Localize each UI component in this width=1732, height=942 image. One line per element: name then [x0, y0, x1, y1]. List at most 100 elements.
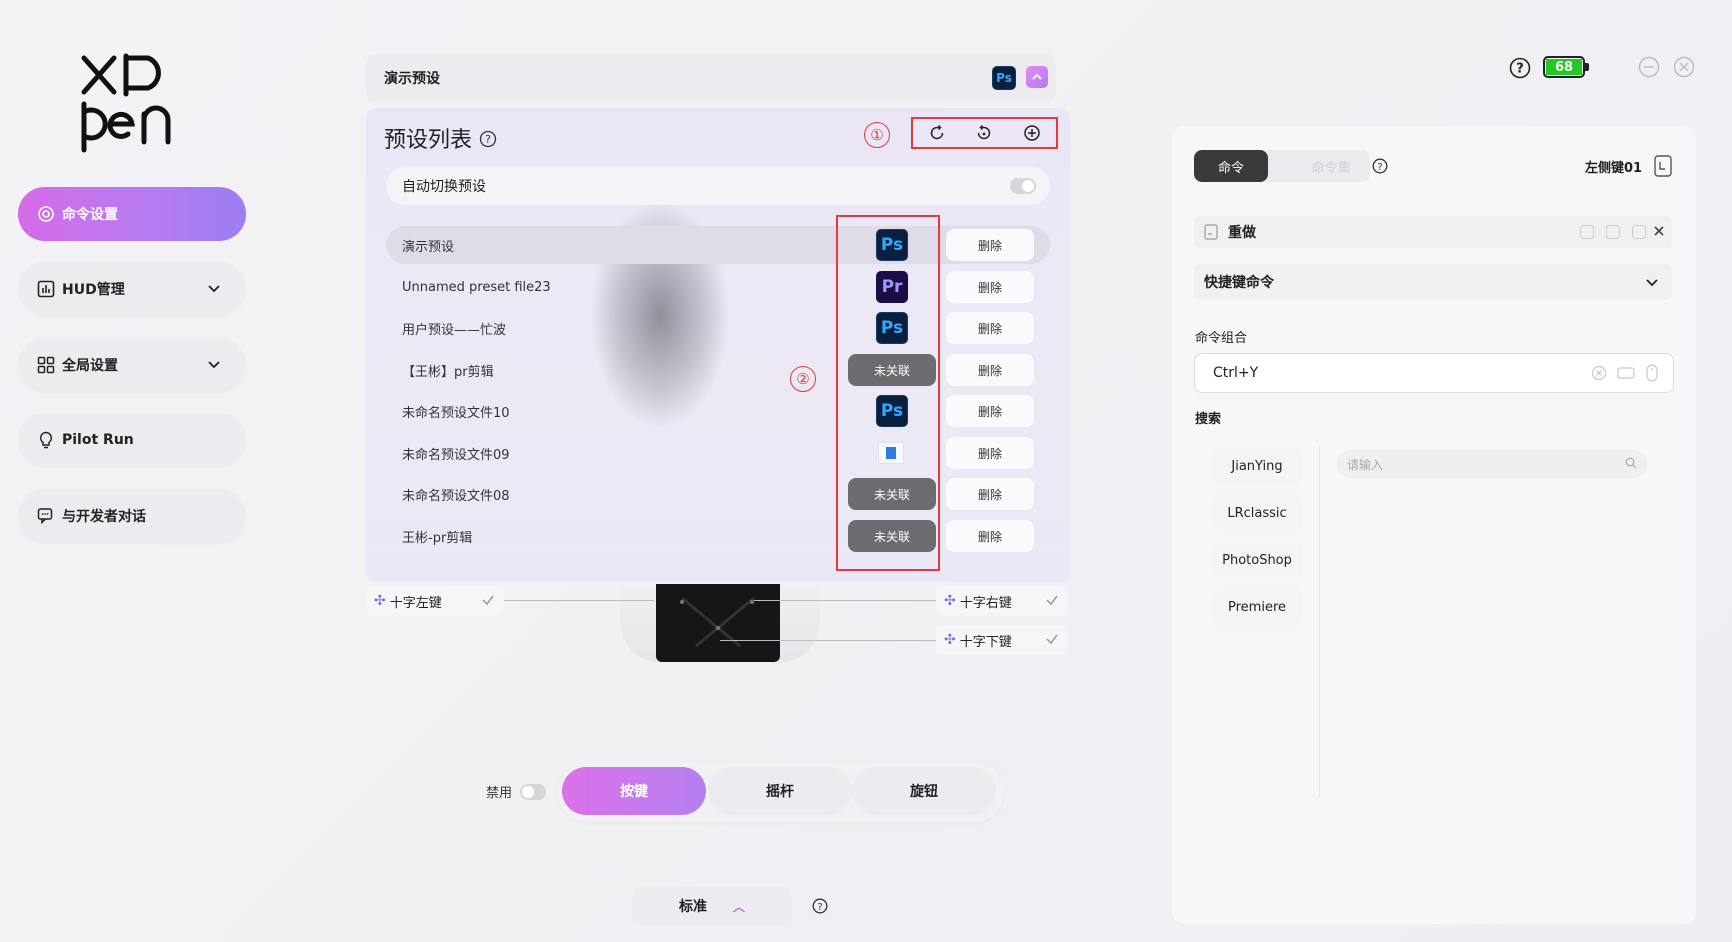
- app-list-item[interactable]: PhotoShop: [1212, 542, 1302, 578]
- disable-label: 禁用: [486, 786, 513, 801]
- action-icon[interactable]: [1632, 225, 1646, 239]
- sidebar-item-global-settings[interactable]: 全局设置: [18, 338, 246, 392]
- add-preset-icon[interactable]: [1021, 122, 1043, 144]
- sidebar-item-label: 命令设置: [62, 207, 118, 223]
- help-icon[interactable]: ?: [479, 129, 497, 154]
- sidebar-item-pilot-run[interactable]: Pilot Run: [18, 413, 246, 467]
- search-input[interactable]: 请输入: [1337, 450, 1647, 478]
- preset-row[interactable]: 未命名预设文件08 未关联 删除: [386, 475, 1050, 513]
- key-cross-down[interactable]: ✣ 十字下键: [936, 625, 1068, 655]
- sidebar-item-command-settings[interactable]: 命令设置: [18, 187, 246, 241]
- current-preset-bar[interactable]: 演示预设 Ps: [366, 54, 1056, 102]
- tab-knob[interactable]: 旋钮: [852, 767, 996, 815]
- annotation-marker-1: ①: [864, 122, 890, 148]
- preset-name: 演示预设: [402, 239, 455, 255]
- combo-value: Ctrl+Y: [1213, 365, 1259, 381]
- preset-name: 用户预设——忙波: [402, 322, 507, 338]
- help-icon[interactable]: ?: [1509, 57, 1531, 83]
- app-list-item[interactable]: JianYing: [1212, 448, 1302, 484]
- control-type-tabs: 按键 摇杆 旋钮: [558, 762, 1004, 822]
- battery-level: 68: [1546, 59, 1582, 75]
- caret-up-icon: ︿: [732, 899, 745, 914]
- delete-button[interactable]: 删除: [946, 520, 1034, 552]
- sidebar-item-hud[interactable]: HUD管理: [18, 262, 246, 316]
- device-dpad: [656, 584, 780, 662]
- command-name: 重做: [1228, 225, 1256, 241]
- preset-name: 未命名预设文件10: [402, 405, 510, 421]
- dpad-graphic: [680, 596, 755, 648]
- help-icon[interactable]: ?: [812, 898, 828, 918]
- tab-command[interactable]: 命令: [1194, 150, 1268, 182]
- key-label-text: 十字右键: [959, 595, 1012, 611]
- tab-keys[interactable]: 按键: [562, 767, 706, 815]
- preset-name: 【王彬】pr剪辑: [402, 364, 494, 380]
- delete-button[interactable]: 删除: [946, 312, 1034, 344]
- chevron-down-icon: [206, 280, 222, 296]
- document-icon: [1204, 224, 1218, 240]
- shortcut-combo-input[interactable]: Ctrl+Y: [1194, 353, 1674, 393]
- current-preset-name: 演示预设: [384, 71, 440, 87]
- action-icon[interactable]: [1580, 225, 1594, 239]
- sidebar-item-developer-chat[interactable]: 与开发者对话: [18, 489, 246, 543]
- mode-selector[interactable]: 标准 ︿: [632, 887, 792, 925]
- mode-label: 标准: [678, 899, 707, 915]
- close-icon[interactable]: [1652, 224, 1666, 242]
- keyboard-icon[interactable]: [1617, 365, 1635, 385]
- tab-command-set[interactable]: 命令集: [1294, 150, 1368, 182]
- key-label-text: 十字左键: [389, 595, 442, 611]
- command-type-dropdown[interactable]: 快捷键命令: [1194, 264, 1672, 300]
- preset-row[interactable]: 用户预设——忙波 Ps 删除: [386, 309, 1050, 347]
- annotation-marker-2: ②: [790, 366, 816, 392]
- import-icon[interactable]: [926, 122, 948, 144]
- disable-toggle[interactable]: [520, 784, 546, 800]
- auto-switch-preset-row: 自动切换预设: [386, 167, 1050, 205]
- preset-row[interactable]: 未命名预设文件09 删除: [386, 434, 1050, 472]
- search-placeholder: 请输入: [1347, 457, 1384, 472]
- key-cross-left[interactable]: ✣ 十字左键: [366, 586, 504, 616]
- preset-row[interactable]: 王彬-pr剪辑 未关联 删除: [386, 517, 1050, 555]
- svg-text:?: ?: [1516, 62, 1524, 77]
- command-type-segment: 命令 命令集: [1194, 150, 1370, 182]
- search-icon: [1625, 457, 1637, 472]
- preset-row[interactable]: 未命名预设文件10 Ps 删除: [386, 392, 1050, 430]
- delete-button[interactable]: 删除: [946, 437, 1034, 469]
- target-icon: [36, 204, 56, 224]
- tab-joystick[interactable]: 摇杆: [708, 767, 852, 815]
- lead-line-left: [504, 600, 654, 601]
- key-cross-right[interactable]: ✣ 十字右键: [936, 586, 1068, 616]
- close-icon[interactable]: [1673, 56, 1695, 82]
- app-list-item[interactable]: LRclassic: [1212, 495, 1302, 531]
- preset-list-title: 预设列表 ?: [384, 122, 497, 154]
- dpad-icon: ✣: [944, 632, 956, 648]
- delete-button[interactable]: 删除: [946, 395, 1034, 427]
- mouse-icon[interactable]: [1645, 364, 1659, 386]
- sidebar-item-label: HUD管理: [62, 282, 125, 298]
- minimize-icon[interactable]: [1638, 56, 1660, 82]
- auto-switch-toggle[interactable]: [1010, 178, 1036, 194]
- lead-line-right: [754, 600, 936, 601]
- collapse-up-icon[interactable]: [1026, 66, 1048, 88]
- preset-row[interactable]: Unnamed preset file23 Pr 删除: [386, 268, 1050, 306]
- preset-row[interactable]: 【王彬】pr剪辑 未关联 删除: [386, 351, 1050, 389]
- lightbulb-icon: [36, 430, 56, 450]
- help-icon[interactable]: ?: [1372, 158, 1388, 178]
- clear-icon[interactable]: [1591, 365, 1607, 385]
- delete-button[interactable]: 删除: [946, 271, 1034, 303]
- app-list-item[interactable]: Premiere: [1212, 589, 1302, 625]
- delete-button[interactable]: 删除: [946, 478, 1034, 510]
- dpad-icon: ✣: [374, 593, 386, 609]
- command-row[interactable]: 重做: [1194, 216, 1672, 248]
- auto-switch-label: 自动切换预设: [402, 179, 486, 195]
- app-column-highlight: [836, 215, 940, 571]
- battery-indicator: 68: [1543, 56, 1589, 78]
- action-icon[interactable]: [1606, 225, 1620, 239]
- xppen-logo: [78, 52, 184, 156]
- dpad-icon: ✣: [944, 593, 956, 609]
- delete-button[interactable]: 删除: [946, 354, 1034, 386]
- preset-row[interactable]: 演示预设 Ps 删除: [386, 226, 1050, 264]
- export-icon[interactable]: [973, 122, 995, 144]
- svg-text:?: ?: [1377, 162, 1382, 173]
- combo-label: 命令组合: [1195, 331, 1248, 346]
- delete-button[interactable]: 删除: [946, 229, 1034, 261]
- sidebar-item-label: 全局设置: [62, 358, 118, 374]
